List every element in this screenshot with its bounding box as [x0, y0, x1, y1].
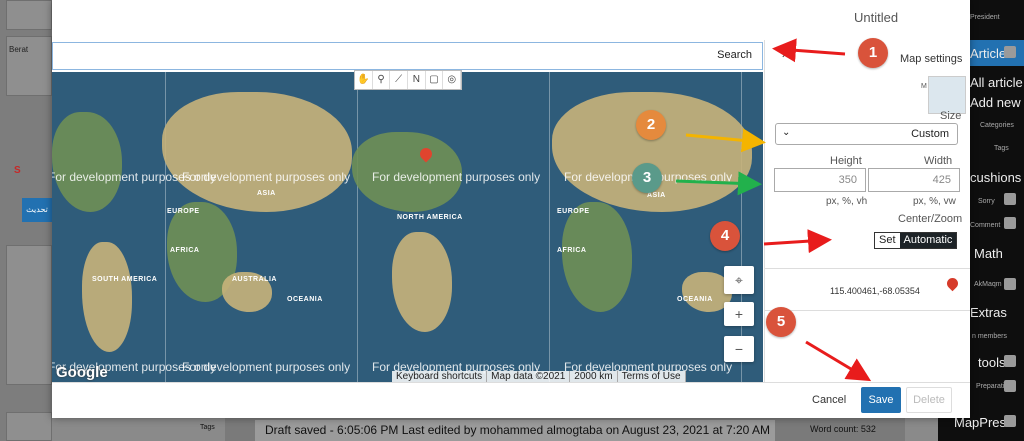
arrow-3 [675, 171, 762, 196]
annotation-badge-5: 5 [766, 307, 796, 337]
annotation-badge-1: 1 [858, 38, 888, 68]
arrow-2 [685, 128, 766, 153]
annotation-badge-3: 3 [632, 163, 662, 193]
annotation-badge-2: 2 [636, 110, 666, 140]
arrow-1 [772, 38, 846, 63]
arrow-4 [763, 229, 832, 254]
annotation-badge-4: 4 [710, 221, 740, 251]
arrow-5 [805, 340, 872, 382]
